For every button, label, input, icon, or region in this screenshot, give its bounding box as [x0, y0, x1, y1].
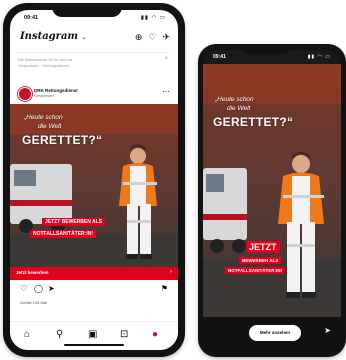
- direct-message-icon[interactable]: ✈: [162, 32, 170, 42]
- cta-label: Jetzt bewerben: [16, 270, 49, 275]
- new-post-icon[interactable]: ⊕: [135, 32, 143, 42]
- status-bar: 09:41 ▮▮ ◠ ▭: [203, 50, 341, 64]
- bookmark-icon[interactable]: ⚑: [161, 284, 168, 293]
- heart-icon[interactable]: ♡: [148, 32, 156, 42]
- status-icons: ▮▮ ◠ ▭: [140, 15, 166, 21]
- feed-screen: 09:41 ▮▮ ◠ ▭ Instagram ⌄ ⊕ ♡ ✈ Die Bundesw…: [10, 10, 178, 350]
- headline-line-3: GERETTET?“: [22, 133, 103, 147]
- shop-icon[interactable]: ⊡: [120, 329, 128, 340]
- bottom-nav: ⌂ ⚲ ▣ ⊡ ●: [10, 321, 178, 350]
- ad-artwork: [10, 104, 178, 267]
- suggested-banner: Die Bundeswehr ist für dich da Gesponser…: [18, 52, 170, 75]
- story-image[interactable]: „Heute schon die Welt GERETTET?“ JETZT B…: [203, 64, 341, 317]
- status-time: 09:41: [213, 54, 226, 60]
- tag-line-2: NOTFALLSANITÄTER:IN!: [225, 267, 285, 274]
- send-icon[interactable]: ➤: [324, 326, 331, 335]
- suggested-line-2: Gesponsert · Rettungsdienst: [18, 63, 69, 68]
- post-header: DRK Rettungsdienst Gesponsert ⋯: [10, 84, 178, 102]
- sponsored-label: Gesponsert: [34, 94, 54, 98]
- search-icon[interactable]: ⚲: [56, 329, 63, 340]
- more-options-icon[interactable]: ⋯: [162, 87, 170, 96]
- phone-story-mockup: 09:41 ▮▮ ◠ ▭ „Heute schon die Welt GERET…: [198, 44, 346, 357]
- avatar[interactable]: [18, 87, 32, 101]
- share-icon[interactable]: ➤: [48, 284, 55, 293]
- instagram-logo[interactable]: Instagram ⌄: [20, 31, 87, 42]
- headline-line-3: GERETTET?“: [213, 115, 294, 129]
- home-indicator: [64, 344, 124, 346]
- chevron-down-icon[interactable]: ⌄: [81, 34, 86, 41]
- headline-line-1: „Heute schon: [24, 114, 63, 121]
- headline-line-2: die Welt: [38, 123, 62, 130]
- tag-line-2: NOTFALLSANITÄTER:IN!: [30, 230, 96, 238]
- home-icon[interactable]: ⌂: [24, 329, 30, 340]
- status-time: 09:41: [24, 15, 39, 21]
- reels-icon[interactable]: ▣: [88, 329, 97, 340]
- chevron-right-icon: ›: [170, 269, 172, 275]
- cta-button[interactable]: Jetzt bewerben ›: [10, 267, 178, 280]
- tag-line-1: BEWERBEN ALS: [239, 257, 282, 264]
- headline-line-2: die Welt: [227, 105, 251, 112]
- phone-notch: [52, 3, 122, 17]
- header-icons: ⊕ ♡ ✈: [129, 32, 170, 43]
- suggested-line-1: Die Bundeswehr ist für dich da: [18, 57, 73, 62]
- comment-icon[interactable]: ◯: [34, 284, 43, 293]
- status-icons: ▮▮ ◠ ▭: [307, 54, 331, 60]
- likes-count[interactable]: Gefällt 128 Mal: [20, 300, 47, 305]
- tag-jetzt: JETZT: [246, 241, 280, 253]
- story-cta-label: Mehr ansehen: [259, 330, 291, 335]
- headline-line-1: „Heute schon: [215, 96, 254, 103]
- post-actions: ♡ ◯ ➤ ⚑: [10, 284, 178, 298]
- instagram-header: Instagram ⌄ ⊕ ♡ ✈: [10, 28, 178, 46]
- heart-icon[interactable]: ♡: [20, 284, 27, 293]
- phone-feed-mockup: 09:41 ▮▮ ◠ ▭ Instagram ⌄ ⊕ ♡ ✈ Die Bundesw…: [3, 3, 185, 357]
- post-image[interactable]: „Heute schon die Welt GERETTET?“ JETZT B…: [10, 104, 178, 267]
- account-name[interactable]: DRK Rettungsdienst: [34, 88, 78, 93]
- tag-line-1: JETZT BEWERBEN ALS: [42, 218, 106, 226]
- story-cta-button[interactable]: Mehr ansehen: [249, 325, 301, 341]
- story-screen: 09:41 ▮▮ ◠ ▭ „Heute schon die Welt GERET…: [203, 50, 341, 351]
- story-footer: Mehr ansehen ➤: [203, 317, 341, 351]
- profile-icon[interactable]: ●: [152, 329, 158, 340]
- close-icon[interactable]: ×: [164, 56, 168, 62]
